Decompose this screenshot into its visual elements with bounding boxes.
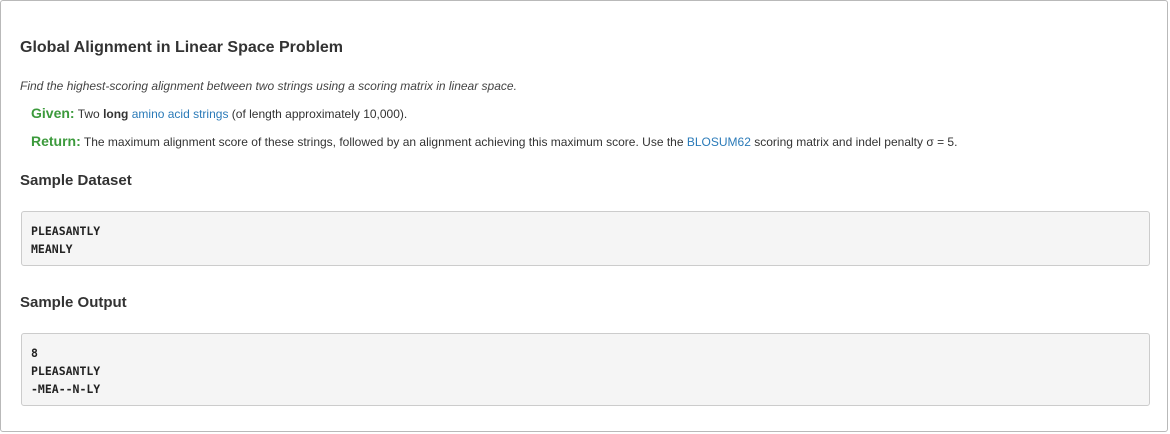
given-line: Given: Two long amino acid strings (of l… [31,105,407,121]
output-line: -MEA--N-LY [31,382,101,396]
return-text-before: The maximum alignment score of these str… [83,135,684,149]
return-text-after: scoring matrix and indel penalty σ = 5. [754,135,958,149]
return-label: Return: [31,133,81,149]
problem-panel: Global Alignment in Linear Space Problem… [0,0,1168,432]
sample-output-box[interactable]: 8 PLEASANTLY -MEA--N-LY [21,333,1150,406]
blosum62-link[interactable]: BLOSUM62 [687,135,751,149]
output-line: PLEASANTLY [31,364,101,378]
given-text-after: (of length approximately 10,000). [231,107,408,121]
given-bold-word: long [103,107,129,121]
amino-acid-strings-link[interactable]: amino acid strings [132,107,229,121]
output-line: 8 [31,346,38,360]
given-text-before: Two [77,107,100,121]
dataset-line: PLEASANTLY [31,224,101,238]
sample-output-heading: Sample Output [20,294,127,311]
problem-intro: Find the highest-scoring alignment betwe… [20,79,517,93]
return-line: Return: The maximum alignment score of t… [31,133,957,149]
dataset-line: MEANLY [31,242,73,256]
sample-dataset-heading: Sample Dataset [20,172,132,189]
problem-title: Global Alignment in Linear Space Problem [20,39,344,56]
sample-dataset-box[interactable]: PLEASANTLY MEANLY [21,211,1150,266]
given-label: Given: [31,105,75,121]
